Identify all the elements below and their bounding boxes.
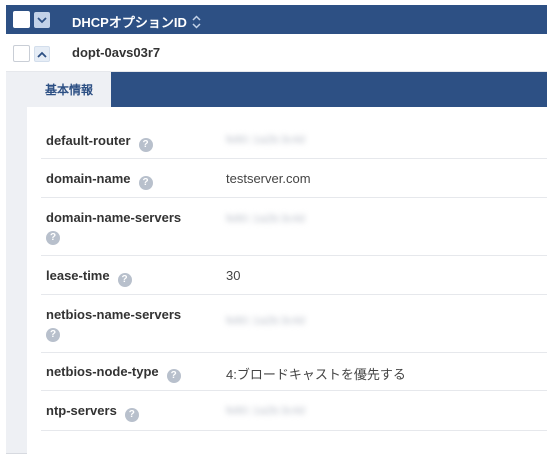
collapse-row-button[interactable] xyxy=(34,46,50,62)
detail-tab-bar: 基本情報 xyxy=(27,72,547,107)
property-key: domain-name-servers xyxy=(46,210,182,225)
help-icon[interactable]: ? xyxy=(46,328,60,342)
table-header: DHCPオプションID xyxy=(6,5,547,34)
property-key: default-router? xyxy=(46,133,153,152)
select-all-checkbox[interactable] xyxy=(13,11,30,28)
chevron-down-icon xyxy=(37,16,47,23)
property-row-ntp-servers: ntp-servers? fe80::1a2b:3c4d xyxy=(41,391,547,431)
property-value: fe80::1a2b:3c4d xyxy=(226,134,305,146)
row-detail: 基本情報 default-router? fe80::1a2b:3c4d dom… xyxy=(6,72,547,454)
help-icon[interactable]: ? xyxy=(117,273,132,287)
property-value: fe80::1a2b:3c4d xyxy=(226,315,305,327)
help-icon[interactable]: ? xyxy=(124,408,139,422)
property-value: fe80::1a2b:3c4d xyxy=(226,405,305,417)
property-key: netbios-name-servers xyxy=(46,307,182,322)
property-key: ntp-servers? xyxy=(46,403,139,422)
basic-info-panel: default-router? fe80::1a2b:3c4d domain-n… xyxy=(27,107,547,454)
property-key: netbios-node-type? xyxy=(46,364,181,383)
property-row-domain-name-servers: domain-name-servers ? fe80::1a2b:3c4d xyxy=(41,198,547,256)
help-icon[interactable]: ? xyxy=(138,138,153,152)
help-icon[interactable]: ? xyxy=(46,231,60,245)
property-row-netbios-name-servers: netbios-name-servers ? fe80::1a2b:3c4d xyxy=(41,295,547,353)
property-row-default-router: default-router? fe80::1a2b:3c4d xyxy=(41,120,547,159)
chevron-up-icon xyxy=(37,51,47,58)
property-row-domain-name: domain-name? testserver.com xyxy=(41,159,547,198)
column-header-dhcp-option-id[interactable]: DHCPオプションID xyxy=(72,12,201,31)
tab-basic-info[interactable]: 基本情報 xyxy=(27,72,111,107)
dhcp-option-id[interactable]: dopt-0avs03r7 xyxy=(72,45,160,60)
property-value: 4:ブロードキャストを優先する xyxy=(226,367,406,382)
help-icon[interactable]: ? xyxy=(138,176,153,190)
property-row-lease-time: lease-time? 30 xyxy=(41,256,547,295)
property-value: testserver.com xyxy=(226,171,311,186)
sort-icon[interactable] xyxy=(192,14,201,29)
property-key: lease-time? xyxy=(46,268,132,287)
property-value: 30 xyxy=(226,268,241,283)
help-icon[interactable]: ? xyxy=(166,369,181,383)
property-value: fe80::1a2b:3c4d xyxy=(226,213,305,225)
property-key: domain-name? xyxy=(46,171,153,190)
column-header-label: DHCPオプションID xyxy=(72,15,187,30)
table-row[interactable]: dopt-0avs03r7 xyxy=(6,34,547,72)
expand-all-button[interactable] xyxy=(34,12,50,28)
property-row-netbios-node-type: netbios-node-type? 4:ブロードキャストを優先する xyxy=(41,353,547,391)
row-checkbox[interactable] xyxy=(13,45,30,62)
